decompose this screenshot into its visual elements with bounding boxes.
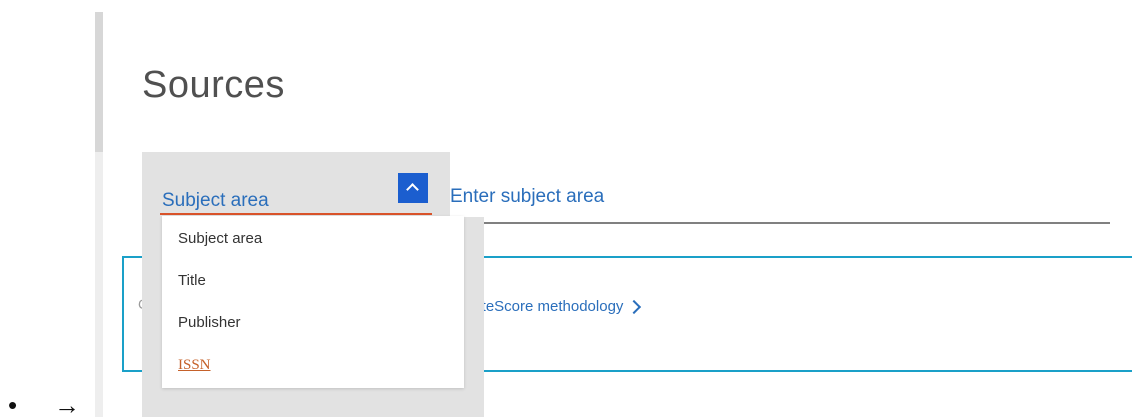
chevron-up-icon [406, 183, 419, 196]
search-type-selected-label[interactable]: Subject area [162, 190, 269, 212]
option-title[interactable]: Title [178, 272, 206, 289]
link-label: CiteScore methodology [467, 298, 624, 315]
bullet-glyph: • [8, 390, 18, 417]
chevron-right-icon [627, 299, 642, 314]
option-subject-area[interactable]: Subject area [178, 230, 262, 247]
subject-area-search-field [450, 176, 1110, 224]
scrollbar-thumb[interactable] [95, 12, 103, 152]
citescore-methodology-link[interactable]: v CiteScore methodology [460, 298, 642, 315]
arrow-right-icon: → [54, 390, 80, 417]
search-type-option-list: Subject area Title Publisher ISSN [162, 216, 464, 388]
page-title: Sources [142, 64, 285, 106]
page: Sources Cl v CiteScore methodology Subje… [0, 0, 1132, 417]
option-publisher[interactable]: Publisher [178, 314, 241, 331]
subject-area-search-input[interactable] [450, 180, 1090, 214]
dropdown-focus-underline [160, 213, 432, 215]
dropdown-toggle-button[interactable] [398, 173, 428, 203]
option-issn[interactable]: ISSN [178, 357, 211, 374]
